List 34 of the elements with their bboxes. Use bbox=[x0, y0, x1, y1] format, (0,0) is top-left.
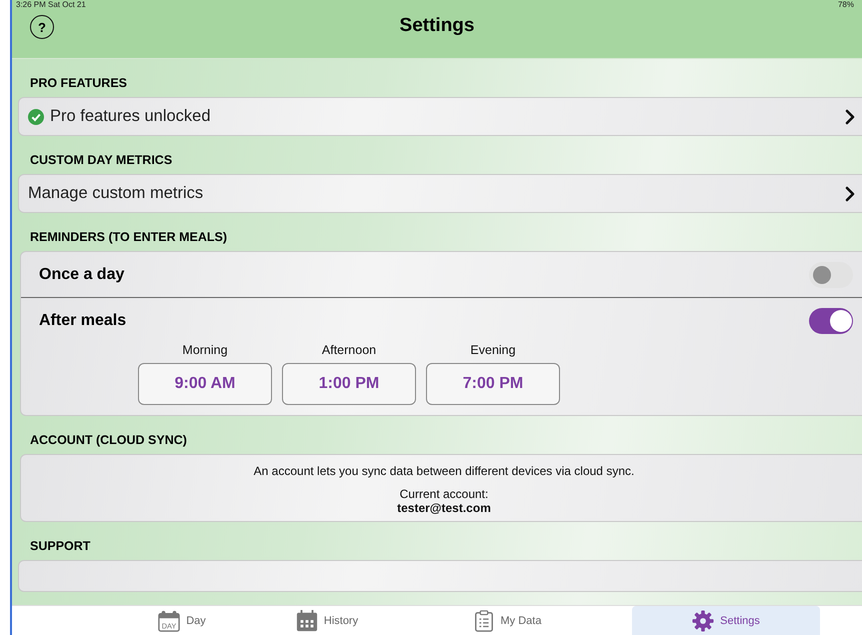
calendar-grid-icon bbox=[296, 610, 318, 632]
tab-button[interactable]: Settings bbox=[632, 606, 820, 635]
time-button[interactable]: 7:00 PM bbox=[426, 363, 560, 405]
battery-level: 78% bbox=[838, 0, 854, 9]
option-label: After meals bbox=[39, 312, 126, 330]
option-label: Once a day bbox=[39, 266, 124, 284]
account-label: Current account: bbox=[400, 487, 488, 501]
chevron-icon bbox=[844, 186, 855, 202]
time-label: Afternoon bbox=[322, 343, 376, 357]
calendar-icon: DAY bbox=[158, 610, 180, 632]
gear-icon bbox=[692, 610, 714, 632]
toggle-switch[interactable] bbox=[809, 262, 853, 288]
tab-button[interactable]: History bbox=[242, 606, 412, 635]
tab-button[interactable]: DAY Day bbox=[122, 606, 242, 635]
section-heading: PRO FEATURES bbox=[29, 75, 128, 92]
status-time: 3:26 PM Sat Oct 21 bbox=[16, 0, 86, 9]
section-heading: ACCOUNT (CLOUD SYNC) bbox=[29, 432, 188, 449]
chevron-icon bbox=[844, 108, 855, 124]
time-label: Evening bbox=[470, 343, 516, 357]
time-button[interactable]: 9:00 AM bbox=[138, 363, 272, 405]
section-heading: REMINDERS (TO ENTER MEALS) bbox=[29, 229, 228, 246]
custom-metrics-row[interactable]: Manage custom metrics bbox=[18, 174, 862, 213]
time-button[interactable]: 1:00 PM bbox=[282, 363, 416, 405]
account-email: tester@test.com bbox=[397, 501, 491, 515]
pro-features-row[interactable]: Pro features unlocked bbox=[18, 97, 862, 136]
screen-title: Settings bbox=[400, 15, 474, 37]
section-heading: CUSTOM DAY METRICS bbox=[29, 152, 174, 169]
section-heading: SUPPORT bbox=[29, 538, 92, 555]
toggle-switch[interactable] bbox=[809, 308, 853, 334]
help-button[interactable]: ? bbox=[30, 15, 54, 39]
tab-button[interactable]: My Data bbox=[412, 606, 602, 635]
clipboard-icon bbox=[472, 610, 495, 632]
time-label: Morning bbox=[182, 343, 228, 357]
account-description: An account lets you sync data between different devices via cloud sync. bbox=[254, 464, 634, 478]
